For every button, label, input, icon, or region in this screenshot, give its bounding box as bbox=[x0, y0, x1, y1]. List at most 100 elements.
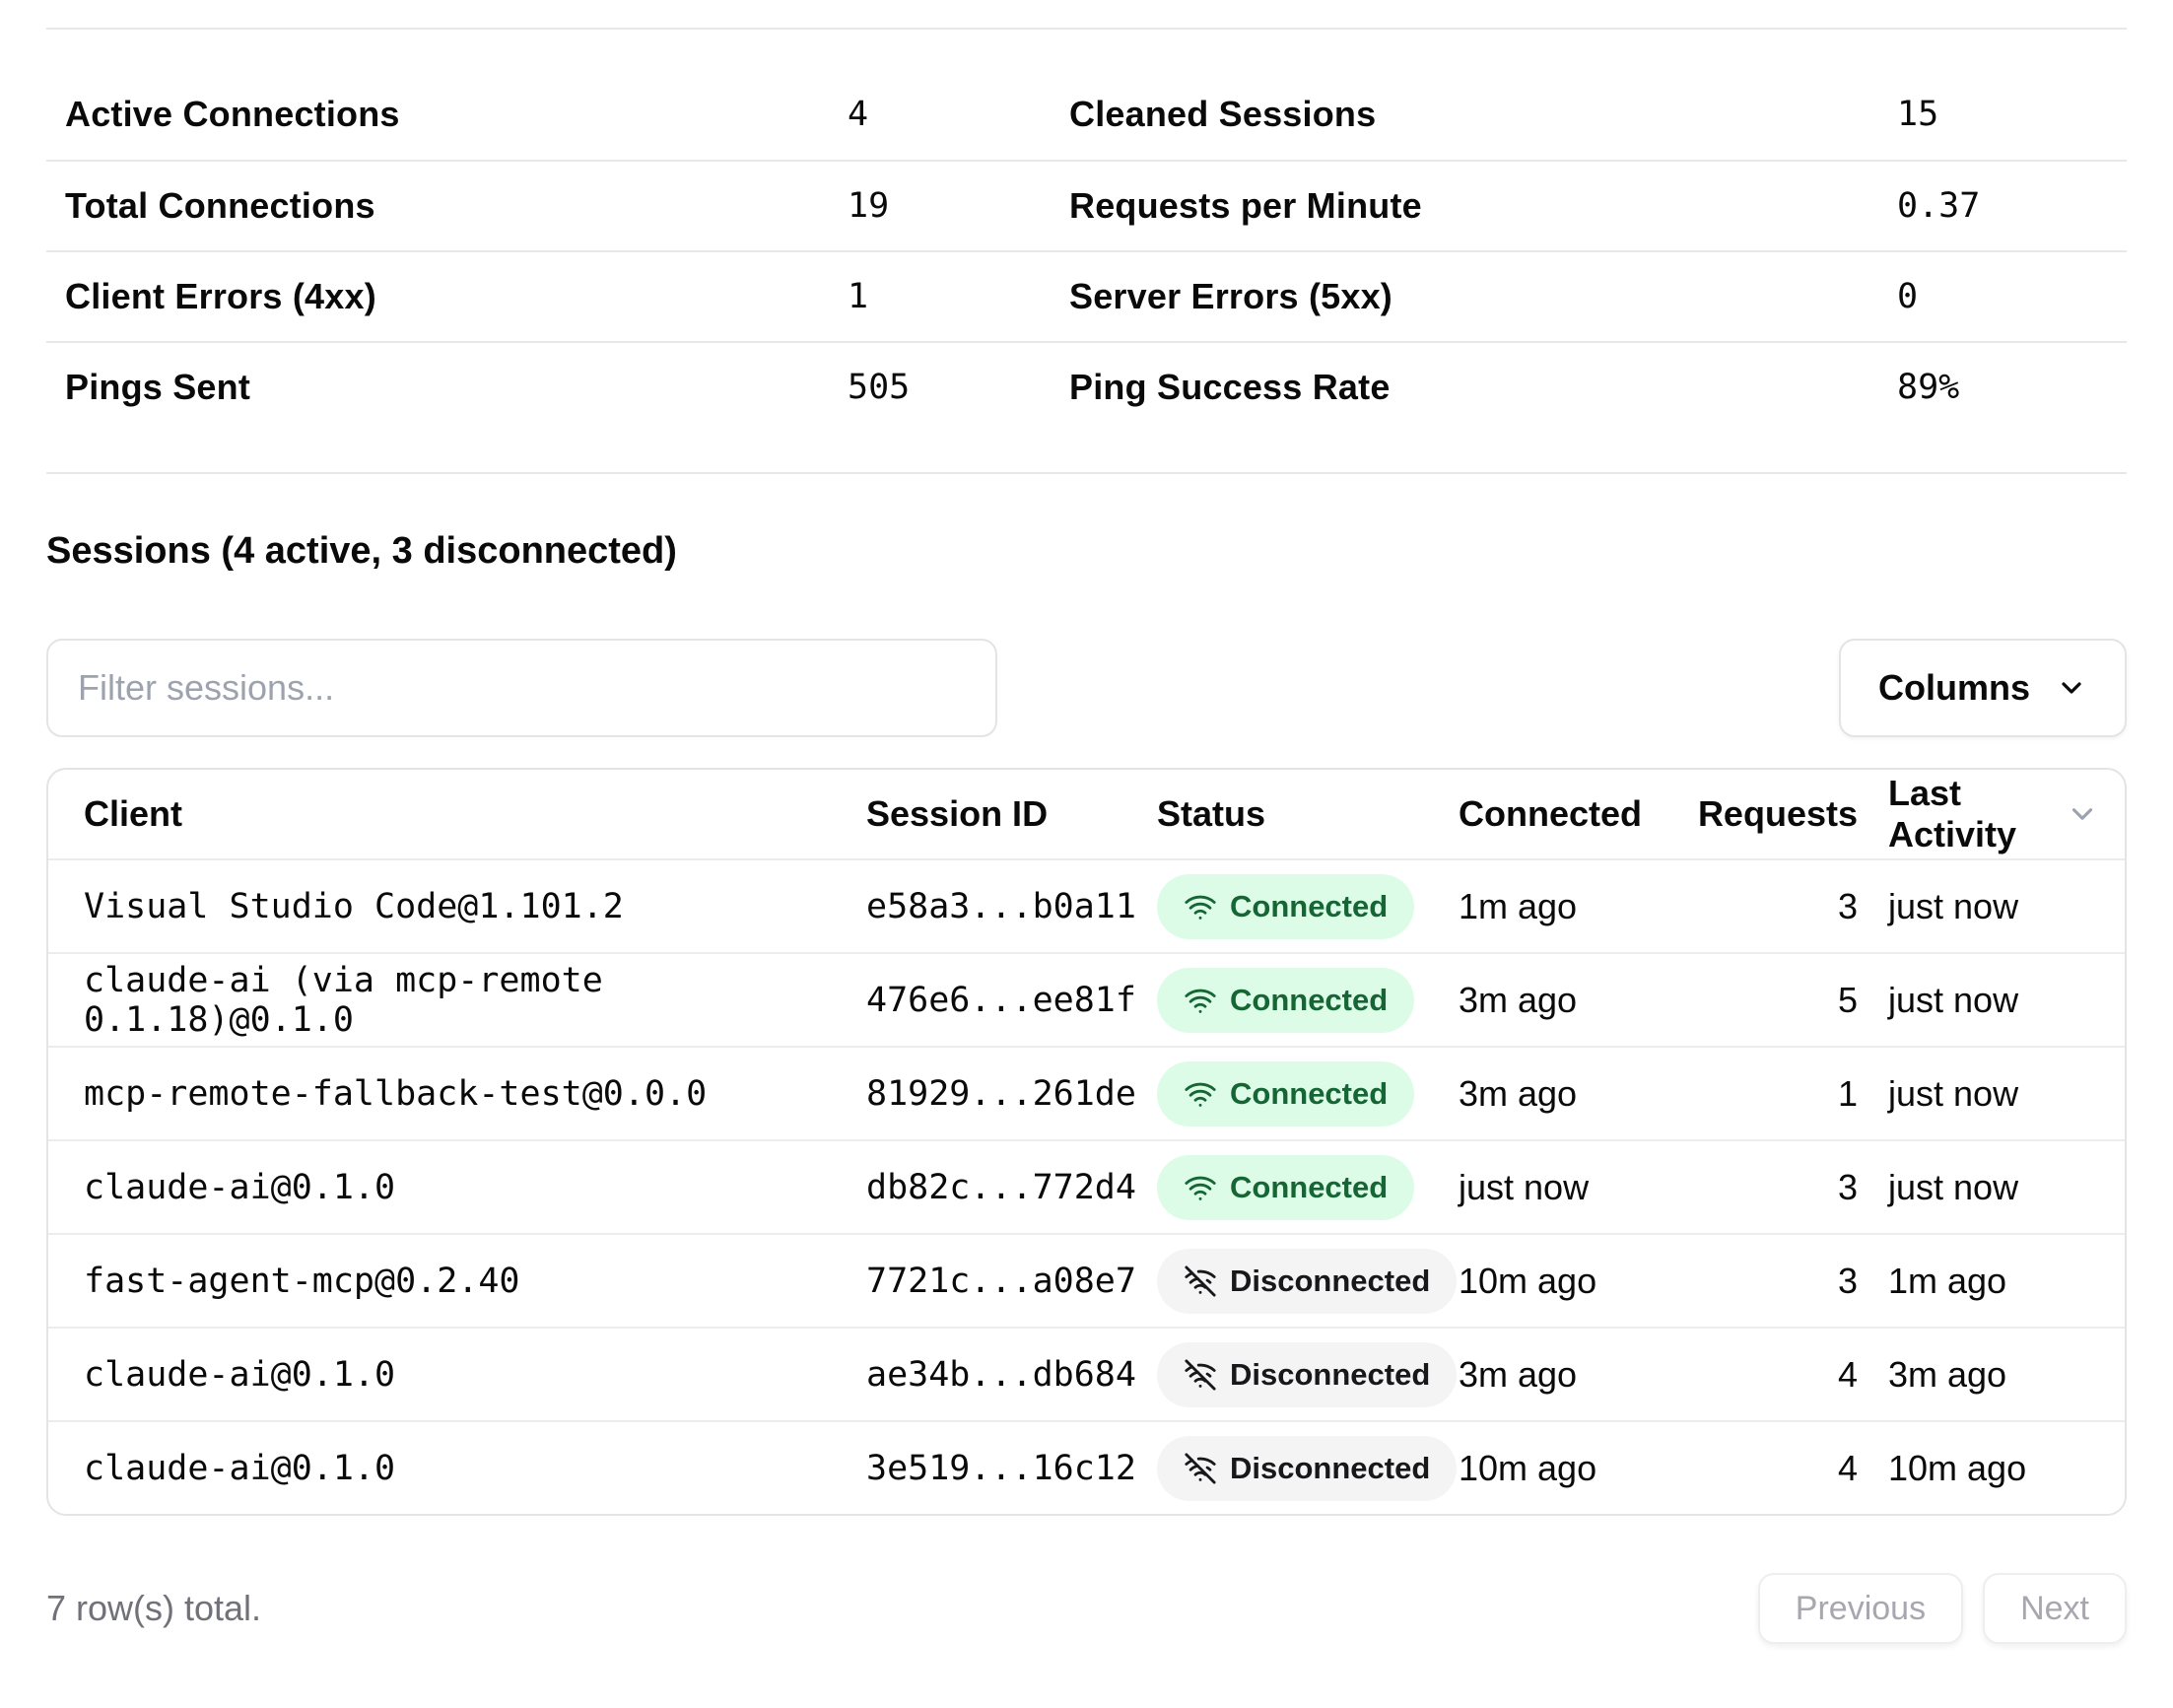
rows-total-label: 7 row(s) total. bbox=[46, 1588, 261, 1629]
column-header-session-id: Session ID bbox=[866, 793, 1157, 835]
connected-cell: 1m ago bbox=[1459, 886, 1646, 927]
previous-page-button[interactable]: Previous bbox=[1758, 1573, 1963, 1644]
stats-row: Total Connections 19 Requests per Minute… bbox=[46, 160, 2127, 250]
table-header-row: Client Session ID Status Connected Reque… bbox=[48, 770, 2125, 858]
session-id-cell: 81929...261de bbox=[866, 1074, 1157, 1114]
wifi-icon bbox=[1184, 890, 1217, 923]
status-cell: Connected bbox=[1157, 1061, 1459, 1127]
stats-row: Active Connections 4 Cleaned Sessions 15 bbox=[46, 69, 2127, 160]
next-page-button[interactable]: Next bbox=[1983, 1573, 2127, 1644]
requests-cell: 3 bbox=[1646, 886, 1858, 927]
last-activity-cell: just now bbox=[1858, 1167, 2125, 1208]
table-row: claude-ai@0.1.0 ae34b...db684 Disconnect… bbox=[48, 1327, 2125, 1420]
session-id-cell: ae34b...db684 bbox=[866, 1355, 1157, 1395]
connected-cell: 3m ago bbox=[1459, 1073, 1646, 1115]
chevron-down-icon bbox=[2056, 672, 2087, 704]
requests-cell: 5 bbox=[1646, 980, 1858, 1021]
column-header-connected: Connected bbox=[1459, 793, 1646, 835]
wifi-off-icon bbox=[1184, 1264, 1217, 1298]
stat-label: Pings Sent bbox=[46, 367, 829, 408]
status-badge: Disconnected bbox=[1157, 1342, 1457, 1407]
last-activity-cell: 1m ago bbox=[1858, 1261, 2125, 1302]
wifi-icon bbox=[1184, 1077, 1217, 1111]
status-badge: Connected bbox=[1157, 1155, 1414, 1220]
status-badge-label: Connected bbox=[1230, 1170, 1388, 1205]
status-badge-label: Disconnected bbox=[1230, 1264, 1430, 1299]
requests-cell: 1 bbox=[1646, 1073, 1858, 1115]
table-row: claude-ai (via mcp-remote 0.1.18)@0.1.0 … bbox=[48, 952, 2125, 1046]
client-cell: claude-ai (via mcp-remote 0.1.18)@0.1.0 bbox=[48, 961, 866, 1040]
connected-cell: 3m ago bbox=[1459, 980, 1646, 1021]
column-header-requests: Requests bbox=[1646, 793, 1858, 835]
connected-cell: just now bbox=[1459, 1167, 1646, 1208]
session-id-cell: db82c...772d4 bbox=[866, 1168, 1157, 1207]
stat-value: 89% bbox=[1878, 368, 2127, 407]
sessions-table: Client Session ID Status Connected Reque… bbox=[46, 768, 2127, 1516]
wifi-off-icon bbox=[1184, 1452, 1217, 1485]
last-activity-cell: just now bbox=[1858, 886, 2125, 927]
stat-value: 505 bbox=[829, 368, 1051, 407]
table-row: claude-ai@0.1.0 db82c...772d4 Connected … bbox=[48, 1139, 2125, 1233]
status-badge: Connected bbox=[1157, 968, 1414, 1033]
chevron-down-icon[interactable] bbox=[2066, 797, 2099, 831]
requests-cell: 4 bbox=[1646, 1354, 1858, 1396]
status-badge-label: Connected bbox=[1230, 983, 1388, 1018]
column-header-last-activity[interactable]: Last Activity bbox=[1858, 773, 2125, 855]
session-id-cell: 7721c...a08e7 bbox=[866, 1262, 1157, 1301]
status-cell: Disconnected bbox=[1157, 1342, 1459, 1407]
status-badge: Disconnected bbox=[1157, 1436, 1457, 1501]
stat-label: Server Errors (5xx) bbox=[1051, 276, 1878, 317]
last-activity-cell: 10m ago bbox=[1858, 1448, 2125, 1489]
dashboard: Active Connections 4 Cleaned Sessions 15… bbox=[0, 28, 2173, 1644]
status-cell: Connected bbox=[1157, 968, 1459, 1033]
last-activity-header-label: Last Activity bbox=[1888, 773, 2066, 855]
requests-cell: 3 bbox=[1646, 1261, 1858, 1302]
stat-label: Client Errors (4xx) bbox=[46, 276, 829, 317]
stat-label: Active Connections bbox=[46, 94, 829, 135]
client-cell: Visual Studio Code@1.101.2 bbox=[48, 887, 866, 926]
connected-cell: 10m ago bbox=[1459, 1448, 1646, 1489]
session-id-cell: e58a3...b0a11 bbox=[866, 887, 1157, 926]
stat-label: Ping Success Rate bbox=[1051, 367, 1878, 408]
stat-label: Requests per Minute bbox=[1051, 185, 1878, 227]
table-footer: 7 row(s) total. Previous Next bbox=[46, 1573, 2127, 1644]
columns-button-label: Columns bbox=[1878, 667, 2030, 709]
session-id-cell: 476e6...ee81f bbox=[866, 981, 1157, 1020]
column-header-status: Status bbox=[1157, 793, 1459, 835]
filter-sessions-input[interactable] bbox=[46, 639, 997, 737]
pagination: Previous Next bbox=[1758, 1573, 2127, 1644]
wifi-off-icon bbox=[1184, 1358, 1217, 1392]
table-row: claude-ai@0.1.0 3e519...16c12 Disconnect… bbox=[48, 1420, 2125, 1514]
status-badge-label: Disconnected bbox=[1230, 1357, 1430, 1393]
connected-cell: 3m ago bbox=[1459, 1354, 1646, 1396]
status-badge-label: Disconnected bbox=[1230, 1451, 1430, 1486]
stat-label: Total Connections bbox=[46, 185, 829, 227]
stats-row: Client Errors (4xx) 1 Server Errors (5xx… bbox=[46, 250, 2127, 341]
client-cell: claude-ai@0.1.0 bbox=[48, 1449, 866, 1488]
status-badge-label: Connected bbox=[1230, 889, 1388, 924]
requests-cell: 4 bbox=[1646, 1448, 1858, 1489]
client-cell: claude-ai@0.1.0 bbox=[48, 1168, 866, 1207]
session-id-cell: 3e519...16c12 bbox=[866, 1449, 1157, 1488]
status-cell: Connected bbox=[1157, 1155, 1459, 1220]
stat-value: 0.37 bbox=[1878, 186, 2127, 226]
requests-cell: 3 bbox=[1646, 1167, 1858, 1208]
stat-value: 4 bbox=[829, 95, 1051, 134]
sessions-heading: Sessions (4 active, 3 disconnected) bbox=[46, 530, 2127, 573]
status-cell: Connected bbox=[1157, 874, 1459, 939]
stat-value: 1 bbox=[829, 277, 1051, 316]
columns-dropdown-button[interactable]: Columns bbox=[1839, 639, 2127, 737]
table-row: fast-agent-mcp@0.2.40 7721c...a08e7 Disc… bbox=[48, 1233, 2125, 1327]
status-badge: Connected bbox=[1157, 1061, 1414, 1127]
client-cell: fast-agent-mcp@0.2.40 bbox=[48, 1262, 866, 1301]
stats-row: Pings Sent 505 Ping Success Rate 89% bbox=[46, 341, 2127, 432]
stat-value: 15 bbox=[1878, 95, 2127, 134]
status-badge-label: Connected bbox=[1230, 1076, 1388, 1112]
stat-label: Cleaned Sessions bbox=[1051, 94, 1878, 135]
status-badge: Connected bbox=[1157, 874, 1414, 939]
client-cell: mcp-remote-fallback-test@0.0.0 bbox=[48, 1074, 866, 1114]
client-cell: claude-ai@0.1.0 bbox=[48, 1355, 866, 1395]
stats-table: Active Connections 4 Cleaned Sessions 15… bbox=[46, 28, 2127, 474]
sessions-toolbar: Columns bbox=[46, 639, 2127, 737]
table-row: Visual Studio Code@1.101.2 e58a3...b0a11… bbox=[48, 858, 2125, 952]
